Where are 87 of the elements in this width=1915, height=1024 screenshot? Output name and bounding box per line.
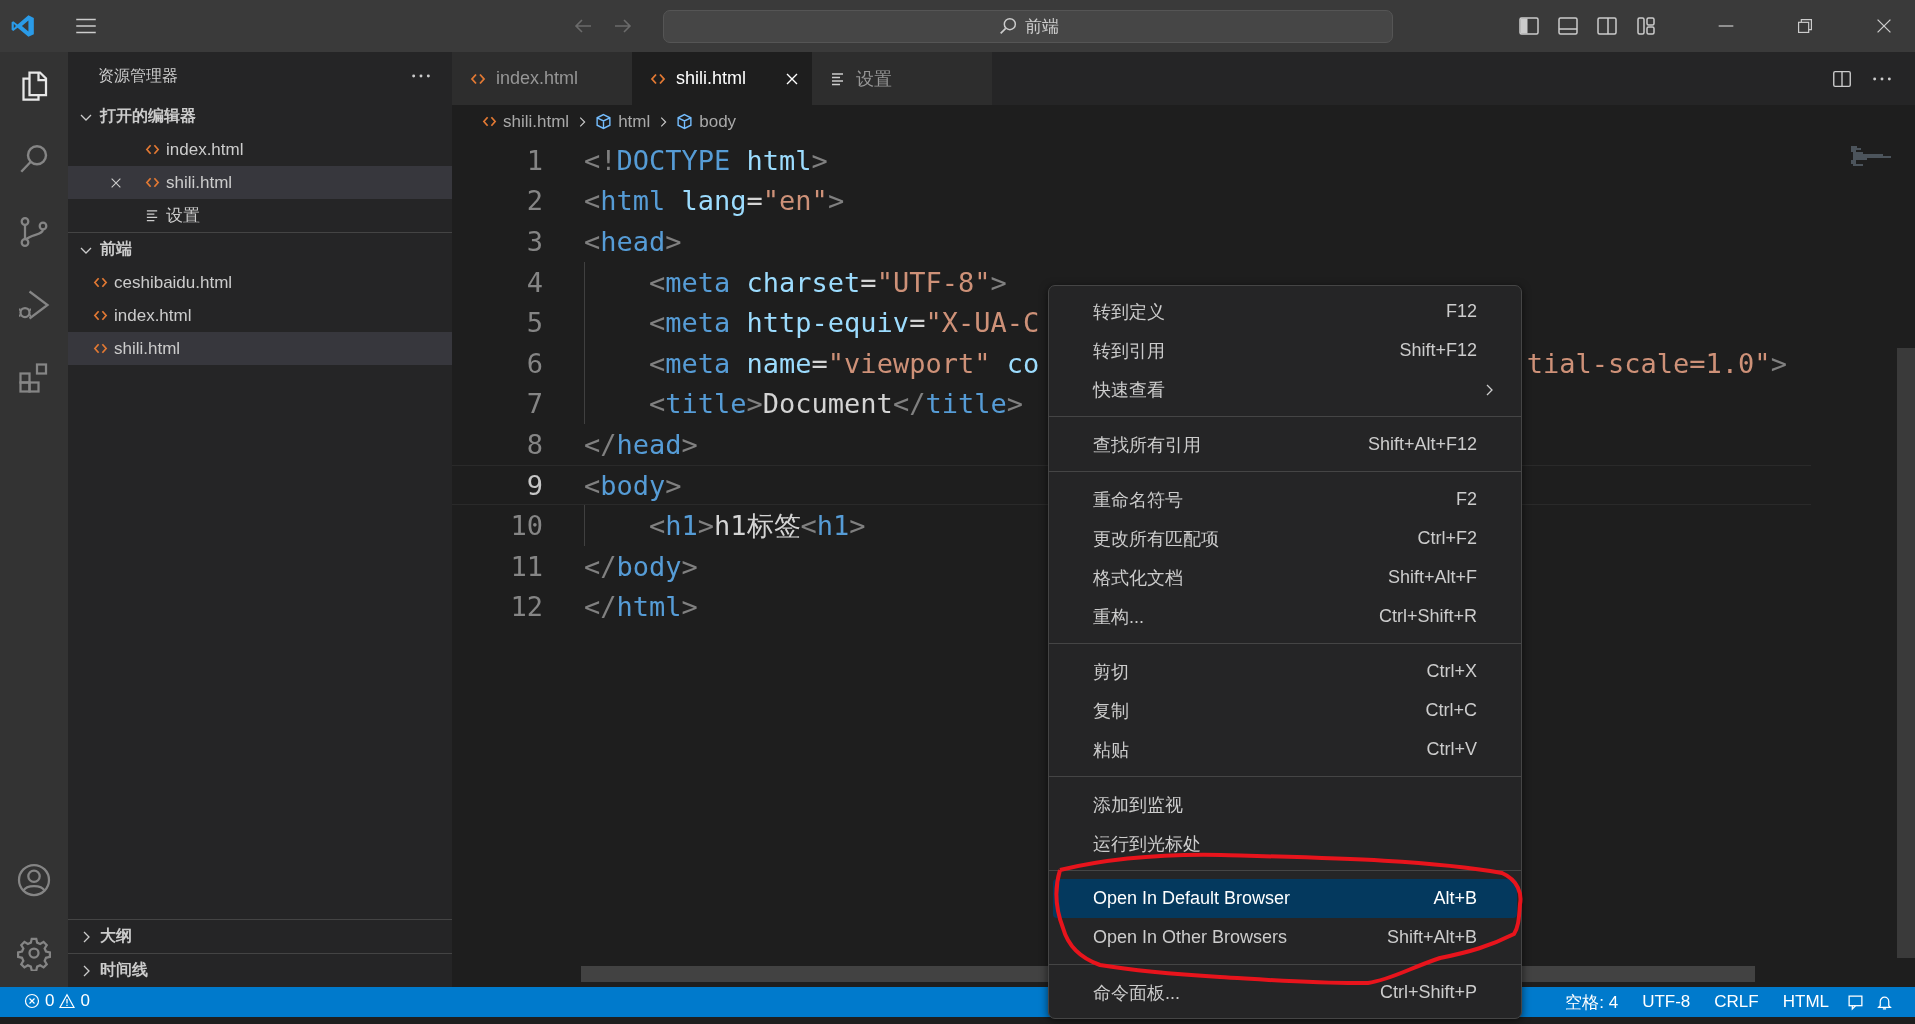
file-item[interactable]: index.html	[68, 133, 452, 166]
file-item[interactable]: index.html	[68, 299, 452, 332]
menu-item[interactable]: 粘贴 Ctrl+V	[1053, 730, 1517, 769]
lines-icon	[830, 70, 846, 87]
lines-icon	[145, 208, 160, 223]
minimap-drawing[interactable]	[1851, 146, 1891, 166]
code-line: <html lang="en">	[584, 185, 845, 217]
code-line: <h1>h1标签<h1>	[649, 508, 866, 543]
sidebar-toggle-icon[interactable]	[1517, 14, 1541, 38]
panel-toggle-icon[interactable]	[1556, 14, 1580, 38]
menu-item[interactable]: 重构... Ctrl+Shift+R	[1053, 597, 1517, 636]
code-brackets-icon	[482, 114, 497, 129]
line-number: 12	[510, 591, 543, 623]
cube-icon	[676, 113, 694, 130]
file-item[interactable]: ceshibaidu.html	[68, 266, 452, 299]
sidebar-title: 资源管理器	[98, 65, 178, 86]
warning-icon	[59, 992, 76, 1009]
code-line: </head>	[584, 428, 698, 460]
code-brackets-icon	[145, 142, 160, 157]
editor-tab[interactable]: shili.html	[632, 52, 812, 105]
line-number: 4	[526, 266, 543, 298]
code-brackets-icon	[93, 275, 108, 290]
menu-item[interactable]: 剪切 Ctrl+X	[1053, 652, 1517, 691]
menu-item[interactable]: 转到定义 F12	[1053, 292, 1517, 331]
file-item[interactable]: 设置	[68, 199, 452, 232]
line-number: 2	[526, 185, 543, 217]
code-line: <meta http-equiv="X-UA-C	[649, 307, 1040, 339]
line-number: 10	[510, 510, 543, 542]
line-number: 8	[526, 428, 543, 460]
menu-item[interactable]: 命令面板... Ctrl+Shift+P	[1053, 973, 1517, 1012]
menu-item[interactable]: 复制 Ctrl+C	[1053, 691, 1517, 730]
line-number: 9	[526, 469, 543, 501]
settings-icon[interactable]	[16, 935, 52, 971]
breadcrumb-item[interactable]: body	[699, 111, 737, 132]
section-header[interactable]: 打开的编辑器	[68, 100, 452, 133]
code-line: tial-scale=1.0">	[1526, 347, 1787, 379]
code-line: </body>	[584, 550, 698, 582]
code-line: <title>Document</title>	[649, 388, 1023, 420]
menu-item[interactable]: Open In Other Browsers Shift+Alt+B	[1053, 918, 1517, 957]
line-number: 5	[526, 307, 543, 339]
layout-icon[interactable]	[1634, 14, 1658, 38]
more-actions-icon[interactable]	[410, 72, 432, 80]
vertical-scrollbar[interactable]	[1897, 348, 1915, 958]
line-number: 11	[510, 550, 543, 582]
status-item[interactable]: 空格: 4	[1559, 990, 1625, 1014]
menu-item[interactable]: 更改所有匹配项 Ctrl+F2	[1053, 519, 1517, 558]
line-number: 6	[526, 347, 543, 379]
code-line: <head>	[584, 226, 682, 257]
cube-icon	[595, 113, 613, 130]
menu-item[interactable]: 转到引用 Shift+F12	[1053, 331, 1517, 370]
code-brackets-icon	[145, 175, 160, 190]
menu-item[interactable]: 运行到光标处	[1053, 824, 1517, 863]
breadcrumb-item[interactable]: html	[618, 111, 651, 132]
code-line: </html>	[584, 591, 698, 623]
problems-button[interactable]: 0 0	[18, 990, 96, 1011]
code-line: <body>	[584, 469, 682, 501]
secondary-sidebar-icon[interactable]	[1595, 14, 1619, 38]
section-header[interactable]: 前端	[68, 232, 452, 266]
menu-item[interactable]: 添加到监视	[1053, 785, 1517, 824]
menu-item[interactable]: 格式化文档 Shift+Alt+F	[1053, 558, 1517, 597]
search-icon	[997, 15, 1019, 37]
code-line: <!DOCTYPE html>	[584, 144, 828, 176]
status-item[interactable]: CRLF	[1708, 992, 1765, 1012]
line-number: 1	[526, 144, 543, 176]
code-brackets-icon	[93, 308, 108, 323]
breadcrumb-item[interactable]: shili.html	[503, 111, 570, 132]
menu-item[interactable]: 快速查看	[1053, 370, 1517, 409]
editor-tab[interactable]: 设置	[812, 52, 992, 105]
status-item[interactable]: UTF-8	[1636, 992, 1697, 1012]
menu-item[interactable]: Open In Default Browser Alt+B	[1053, 879, 1517, 918]
menu-item[interactable]: 重命名符号 F2	[1053, 480, 1517, 519]
menu-item[interactable]: 查找所有引用 Shift+Alt+F12	[1053, 425, 1517, 464]
code-line: <meta charset="UTF-8">	[649, 266, 1007, 298]
file-item[interactable]: shili.html	[68, 166, 452, 199]
line-number: 3	[526, 226, 543, 257]
file-item[interactable]: shili.html	[68, 332, 452, 365]
code-brackets-icon	[93, 341, 108, 356]
command-center[interactable]: 前端	[663, 9, 1393, 43]
app-logo-icon[interactable]	[10, 13, 36, 39]
code-line: <meta name="viewport" co	[649, 347, 1040, 379]
editor-tab[interactable]: index.html	[452, 52, 632, 105]
status-item[interactable]: HTML	[1776, 992, 1835, 1012]
line-number: 7	[526, 388, 543, 420]
error-icon	[24, 992, 40, 1009]
account-icon[interactable]	[16, 862, 52, 898]
feedback-icon[interactable]	[1847, 993, 1864, 1011]
section-header[interactable]: 大纲	[68, 919, 452, 953]
